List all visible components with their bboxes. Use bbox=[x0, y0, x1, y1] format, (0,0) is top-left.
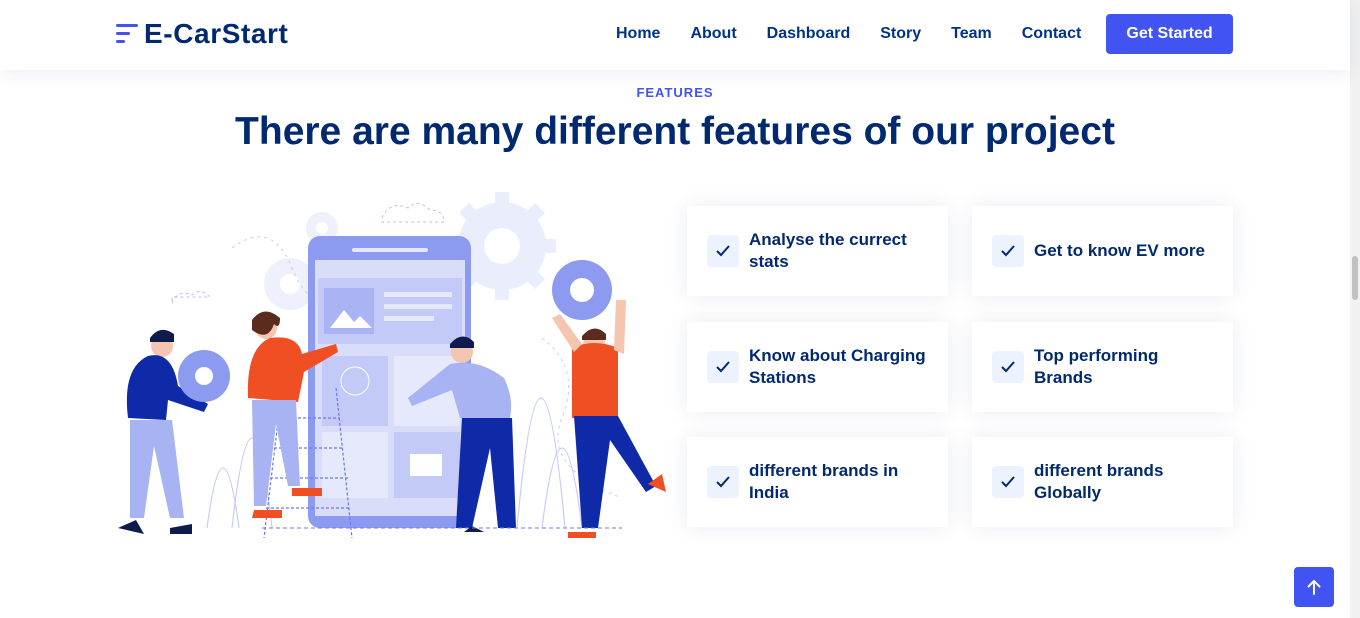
get-started-button[interactable]: Get Started bbox=[1106, 14, 1233, 54]
feature-label: Top performing Brands bbox=[1034, 346, 1159, 387]
check-icon bbox=[707, 351, 739, 383]
main-nav: Home About Dashboard Story Team Contact bbox=[600, 14, 1081, 54]
features-illustration bbox=[118, 192, 666, 539]
site-header: E-CarStart Home About Dashboard Story Te… bbox=[0, 0, 1350, 70]
back-to-top-button[interactable] bbox=[1294, 567, 1334, 607]
arrow-up-icon bbox=[1307, 580, 1321, 595]
check-icon bbox=[992, 351, 1024, 383]
page-scrollbar[interactable] bbox=[1350, 0, 1360, 618]
nav-about[interactable]: About bbox=[690, 25, 736, 43]
feature-label: Analyse the currect stats bbox=[749, 230, 907, 271]
nav-dashboard[interactable]: Dashboard bbox=[767, 25, 851, 43]
feature-label: different brands Globally bbox=[1034, 461, 1164, 502]
feature-card: Get to know EV more bbox=[972, 206, 1233, 296]
logo-icon bbox=[116, 21, 138, 47]
section-label: FEATURES bbox=[636, 85, 714, 100]
feature-label: Know about Charging Stations bbox=[749, 346, 926, 387]
nav-story[interactable]: Story bbox=[880, 25, 921, 43]
feature-card: different brands Globally bbox=[972, 437, 1233, 527]
feature-card: Top performing Brands bbox=[972, 322, 1233, 412]
check-icon bbox=[992, 466, 1024, 498]
section-title: There are many different features of our… bbox=[235, 110, 1115, 153]
check-icon bbox=[707, 235, 739, 267]
logo-text: E-CarStart bbox=[144, 18, 289, 49]
logo[interactable]: E-CarStart bbox=[116, 17, 288, 51]
person-left bbox=[118, 329, 230, 534]
feature-label: Get to know EV more bbox=[1034, 241, 1205, 260]
check-icon bbox=[707, 466, 739, 498]
feature-card: different brands in India bbox=[687, 437, 948, 527]
nav-home[interactable]: Home bbox=[616, 25, 660, 43]
feature-card: Analyse the currect stats bbox=[687, 206, 948, 296]
scrollbar-thumb[interactable] bbox=[1352, 256, 1358, 300]
nav-team[interactable]: Team bbox=[951, 25, 992, 43]
check-icon bbox=[992, 235, 1024, 267]
feature-label: different brands in India bbox=[749, 461, 899, 502]
feature-card: Know about Charging Stations bbox=[687, 322, 948, 412]
nav-contact[interactable]: Contact bbox=[1022, 25, 1082, 43]
